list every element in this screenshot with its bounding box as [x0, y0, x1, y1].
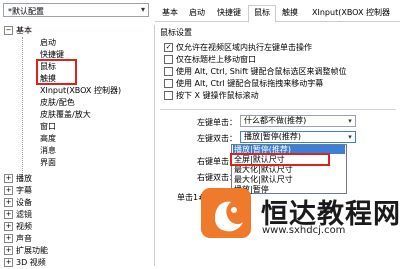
group-title: 鼠标设置: [160, 28, 192, 37]
tab-basic[interactable]: 基本: [159, 6, 181, 20]
option-titlebar-move[interactable]: 仅在标题栏上移动窗口: [164, 54, 256, 65]
expand-icon[interactable]: +: [4, 246, 13, 255]
tree-item-startup[interactable]: 启动: [40, 37, 56, 49]
tree-item-skin[interactable]: 皮肤/配色: [40, 97, 75, 109]
watermark-logo-icon: [201, 188, 251, 238]
tree-guide-line: [22, 37, 23, 181]
red-highlight-box: [230, 153, 330, 166]
tab-hotkeys[interactable]: 快捷键: [213, 6, 245, 20]
expand-icon[interactable]: +: [4, 234, 13, 243]
tree-item-messages[interactable]: 消息: [40, 145, 56, 157]
collapse-icon[interactable]: −: [4, 26, 13, 35]
settings-tree: − 基本 启动 快捷键 鼠标 触摸 XInput(XBOX 控制器) 皮肤/配色 …: [0, 25, 155, 269]
tree-item-xinput[interactable]: XInput(XBOX 控制器): [40, 85, 121, 97]
checkbox[interactable]: [164, 91, 173, 100]
expand-icon[interactable]: +: [4, 210, 13, 219]
checkbox-checked[interactable]: ✓: [164, 43, 173, 52]
option-video-area-click[interactable]: ✓ 仅允许在视频区域内执行左键单击操作: [164, 42, 312, 53]
checkbox[interactable]: [164, 79, 173, 88]
expand-icon[interactable]: +: [4, 186, 13, 195]
dropdown-option[interactable]: 最大化|默认尺寸: [234, 175, 293, 184]
left-double-click-label: 左键双击：: [197, 134, 237, 143]
chevron-down-icon: ▾: [348, 117, 352, 125]
left-click-select[interactable]: 什么都不做(推荐) ▾: [240, 115, 356, 127]
expand-icon[interactable]: +: [4, 174, 13, 183]
chevron-down-icon: ▾: [348, 133, 352, 141]
tab-xinput[interactable]: XInput(XBOX 控制器: [305, 6, 397, 20]
watermark-url: www.sxhdcj.com: [262, 225, 346, 236]
left-double-click-select[interactable]: 播放|暂停(推荐) ▾: [240, 131, 356, 143]
option-alt-ctrl-shift-select[interactable]: 使用 Alt, Ctrl, Shift 键配合鼠标选区来调整帧位: [164, 66, 347, 77]
dropdown-option[interactable]: 最大化|默认尺寸: [234, 165, 293, 174]
profile-value: *默认配置: [8, 7, 44, 16]
tree-item-skin-overlay[interactable]: 皮肤覆盖/放大: [40, 109, 91, 121]
profile-combo[interactable]: *默认配置 ▾: [3, 3, 149, 17]
left-click-label: 左键单击：: [197, 118, 237, 127]
tree-item-subtitles[interactable]: + 字幕: [4, 185, 32, 197]
tree-item-playback[interactable]: + 播放: [4, 173, 32, 185]
tree-item-devices[interactable]: + 设备: [4, 197, 32, 209]
tree-item-filters[interactable]: + 滤镜: [4, 209, 32, 221]
tab-touch[interactable]: 触摸: [278, 6, 302, 20]
tab-mouse[interactable]: 鼠标: [248, 5, 276, 23]
separator: [160, 109, 396, 110]
chevron-down-icon: ▾: [140, 5, 145, 14]
tree-item-window[interactable]: 窗口: [40, 121, 56, 133]
checkbox[interactable]: [164, 55, 173, 64]
red-highlight-box: [36, 59, 77, 85]
tree-item-height[interactable]: 高度: [40, 133, 56, 145]
tree-item-interface[interactable]: 界面: [40, 157, 56, 169]
tree-item-video[interactable]: + 视频: [4, 221, 32, 233]
option-alt-ctrl-drag-subtitle[interactable]: 使用 Alt, Ctrl 键配合鼠标拖拽来移动字幕: [164, 78, 323, 89]
expand-icon[interactable]: +: [4, 198, 13, 207]
dropdown-list: 播放|暂停(推荐) 全屏|默认尺寸 最大化|默认尺寸 最大化|默认尺寸 播放|暂…: [231, 144, 347, 194]
tree-item-basic[interactable]: − 基本: [4, 25, 32, 37]
checkbox[interactable]: [164, 67, 173, 76]
tab-startup[interactable]: 启动: [185, 6, 209, 20]
tab-bar: 基本 启动 快捷键 鼠标 触摸 XInput(XBOX 控制器: [155, 5, 400, 23]
expand-icon[interactable]: +: [4, 222, 13, 231]
option-x-key-scroll[interactable]: 按下 X 键操作鼠标滚动: [164, 90, 259, 101]
tree-item-3d-video[interactable]: +3D 视频: [4, 257, 46, 269]
tree-item-audio[interactable]: + 声音: [4, 233, 32, 245]
tree-item-extensions[interactable]: + 扩展功能: [4, 245, 48, 257]
